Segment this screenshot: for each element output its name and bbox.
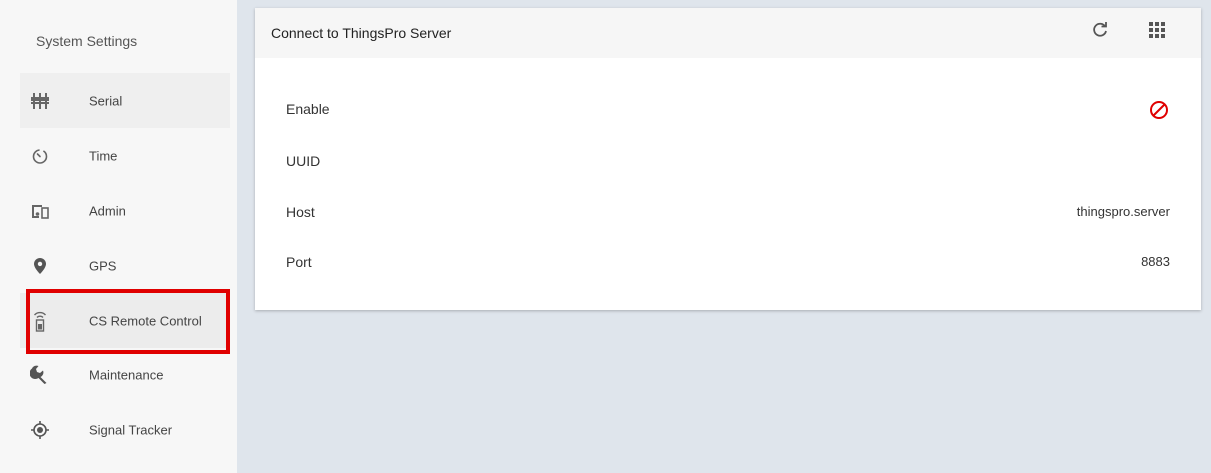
- card-title: Connect to ThingsPro Server: [271, 25, 452, 41]
- timer-icon: [30, 146, 50, 166]
- sidebar-item-label: CS Remote Control: [89, 313, 202, 328]
- sidebar-item-label: Serial: [89, 93, 123, 108]
- location-pin-icon: [30, 256, 50, 276]
- refresh-icon: [1091, 21, 1109, 44]
- host-label: Host: [286, 204, 315, 220]
- sidebar-item-admin[interactable]: Admin: [20, 183, 230, 238]
- devices-icon: [30, 201, 50, 221]
- server-connection-card: Connect to ThingsPro Server Enable UUID …: [255, 8, 1201, 310]
- sidebar-item-label: Maintenance: [89, 367, 164, 382]
- sidebar-item-label: GPS: [89, 258, 117, 273]
- sidebar-item-time[interactable]: Time: [20, 128, 230, 183]
- sidebar-item-maintenance[interactable]: Maintenance: [20, 347, 230, 402]
- sidebar-item-label: Signal Tracker: [89, 422, 173, 437]
- uuid-label: UUID: [286, 153, 321, 169]
- target-icon: [30, 420, 50, 440]
- grid-menu-button[interactable]: [1146, 21, 1168, 43]
- host-value: thingspro.server: [1076, 204, 1170, 219]
- disabled-circle-icon[interactable]: [1148, 99, 1170, 121]
- sidebar-item-label: Time: [89, 148, 118, 163]
- sidebar-item-signal-tracker[interactable]: Signal Tracker: [20, 402, 230, 457]
- card-header: Connect to ThingsPro Server: [255, 8, 1201, 58]
- sidebar-header: System Settings: [36, 33, 138, 49]
- sidebar-item-label: Admin: [89, 203, 126, 218]
- enable-label: Enable: [286, 101, 330, 117]
- remote-control-icon: [30, 311, 50, 332]
- sidebar-item-gps[interactable]: GPS: [20, 238, 230, 293]
- port-value: 8883: [1141, 254, 1170, 269]
- grid-menu-icon: [1148, 21, 1166, 44]
- sidebar-item-cs-remote-control[interactable]: CS Remote Control: [20, 293, 230, 348]
- sidebar: System Settings Serial Time Admin GPS CS…: [0, 0, 237, 473]
- sidebar-item-serial[interactable]: Serial: [20, 73, 230, 128]
- serial-ports-icon: [30, 91, 50, 111]
- port-label: Port: [286, 254, 312, 270]
- refresh-button[interactable]: [1089, 21, 1111, 43]
- wrench-icon: [30, 365, 50, 385]
